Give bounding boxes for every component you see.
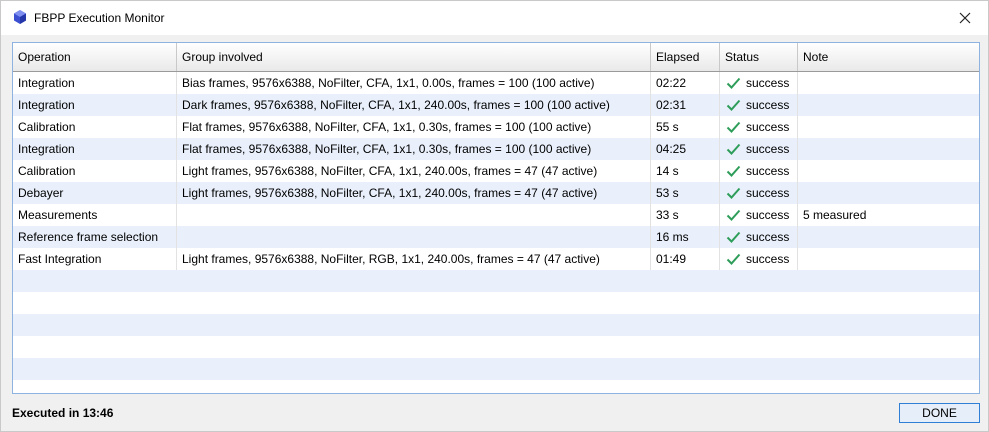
status-cell: success (720, 94, 798, 116)
operation-cell: Measurements (13, 204, 177, 226)
status-text: success (746, 98, 790, 112)
status-cell: success (720, 226, 798, 248)
status-text: success (746, 186, 790, 200)
status-cell: success (720, 138, 798, 160)
note-cell (798, 94, 979, 116)
table-row[interactable]: Integration Flat frames, 9576x6388, NoFil… (13, 138, 979, 160)
note-cell (798, 182, 979, 204)
note-cell (798, 248, 979, 270)
operation-cell: Reference frame selection (13, 226, 177, 248)
check-icon (726, 121, 741, 133)
group-cell: Light frames, 9576x6388, NoFilter, CFA, … (177, 160, 651, 182)
empty-table-row (13, 314, 979, 336)
status-cell: success (720, 204, 798, 226)
status-cell: success (720, 160, 798, 182)
app-icon (12, 9, 28, 25)
status-text: success (746, 164, 790, 178)
group-cell: Flat frames, 9576x6388, NoFilter, CFA, 1… (177, 138, 651, 160)
operation-cell: Integration (13, 72, 177, 94)
status-cell: success (720, 72, 798, 94)
elapsed-cell: 33 s (651, 204, 720, 226)
group-cell: Dark frames, 9576x6388, NoFilter, CFA, 1… (177, 94, 651, 116)
table-row[interactable]: Debayer Light frames, 9576x6388, NoFilter… (13, 182, 979, 204)
status-text: success (746, 120, 790, 134)
empty-table-row (13, 336, 979, 358)
elapsed-cell: 55 s (651, 116, 720, 138)
elapsed-cell: 16 ms (651, 226, 720, 248)
check-icon (726, 165, 741, 177)
close-button[interactable] (942, 1, 988, 35)
operation-cell: Integration (13, 94, 177, 116)
group-cell: Flat frames, 9576x6388, NoFilter, CFA, 1… (177, 116, 651, 138)
empty-table-row (13, 292, 979, 314)
table-header: Operation Group involved Elapsed Status … (13, 43, 979, 72)
table-row[interactable]: Reference frame selection 16 ms success (13, 226, 979, 248)
status-text: success (746, 252, 790, 266)
check-icon (726, 231, 741, 243)
column-header-group[interactable]: Group involved (177, 43, 651, 71)
elapsed-cell: 04:25 (651, 138, 720, 160)
operation-cell: Debayer (13, 182, 177, 204)
status-cell: success (720, 248, 798, 270)
table-row[interactable]: Calibration Flat frames, 9576x6388, NoFil… (13, 116, 979, 138)
status-text: success (746, 230, 790, 244)
group-cell (177, 226, 651, 248)
group-cell: Light frames, 9576x6388, NoFilter, CFA, … (177, 182, 651, 204)
table-row[interactable]: Integration Dark frames, 9576x6388, NoFil… (13, 94, 979, 116)
title-bar: FBPP Execution Monitor (1, 1, 988, 35)
status-text: success (746, 76, 790, 90)
executed-time-label: Executed in 13:46 (12, 406, 114, 420)
group-cell: Light frames, 9576x6388, NoFilter, RGB, … (177, 248, 651, 270)
column-header-note[interactable]: Note (798, 43, 979, 71)
group-cell (177, 204, 651, 226)
operation-cell: Fast Integration (13, 248, 177, 270)
note-cell (798, 116, 979, 138)
elapsed-cell: 53 s (651, 182, 720, 204)
execution-table[interactable]: Operation Group involved Elapsed Status … (12, 42, 980, 394)
empty-table-row (13, 270, 979, 292)
elapsed-cell: 02:31 (651, 94, 720, 116)
done-button[interactable]: DONE (899, 403, 980, 423)
status-text: success (746, 142, 790, 156)
status-cell: success (720, 182, 798, 204)
operation-cell: Calibration (13, 160, 177, 182)
note-cell (798, 160, 979, 182)
column-header-operation[interactable]: Operation (13, 43, 177, 71)
operation-cell: Calibration (13, 116, 177, 138)
empty-table-row (13, 358, 979, 380)
table-row[interactable]: Calibration Light frames, 9576x6388, NoFi… (13, 160, 979, 182)
check-icon (726, 187, 741, 199)
operation-cell: Integration (13, 138, 177, 160)
execution-monitor-window: FBPP Execution Monitor Operation Group i… (0, 0, 989, 432)
status-cell: success (720, 116, 798, 138)
elapsed-cell: 14 s (651, 160, 720, 182)
note-cell (798, 226, 979, 248)
column-header-status[interactable]: Status (720, 43, 798, 71)
table-row[interactable]: Measurements 33 s success 5 measured (13, 204, 979, 226)
status-text: success (746, 208, 790, 222)
elapsed-cell: 02:22 (651, 72, 720, 94)
check-icon (726, 77, 741, 89)
note-cell: 5 measured (803, 208, 867, 222)
table-row[interactable]: Fast Integration Light frames, 9576x6388,… (13, 248, 979, 270)
close-icon (959, 12, 971, 24)
elapsed-cell: 01:49 (651, 248, 720, 270)
table-row[interactable]: Integration Bias frames, 9576x6388, NoFil… (13, 72, 979, 94)
check-icon (726, 143, 741, 155)
check-icon (726, 209, 741, 221)
check-icon (726, 253, 741, 265)
note-cell (798, 138, 979, 160)
column-header-elapsed[interactable]: Elapsed (651, 43, 720, 71)
table-body: Integration Bias frames, 9576x6388, NoFil… (13, 72, 979, 380)
check-icon (726, 99, 741, 111)
window-title: FBPP Execution Monitor (34, 11, 165, 25)
group-cell: Bias frames, 9576x6388, NoFilter, CFA, 1… (177, 72, 651, 94)
note-cell (798, 72, 979, 94)
